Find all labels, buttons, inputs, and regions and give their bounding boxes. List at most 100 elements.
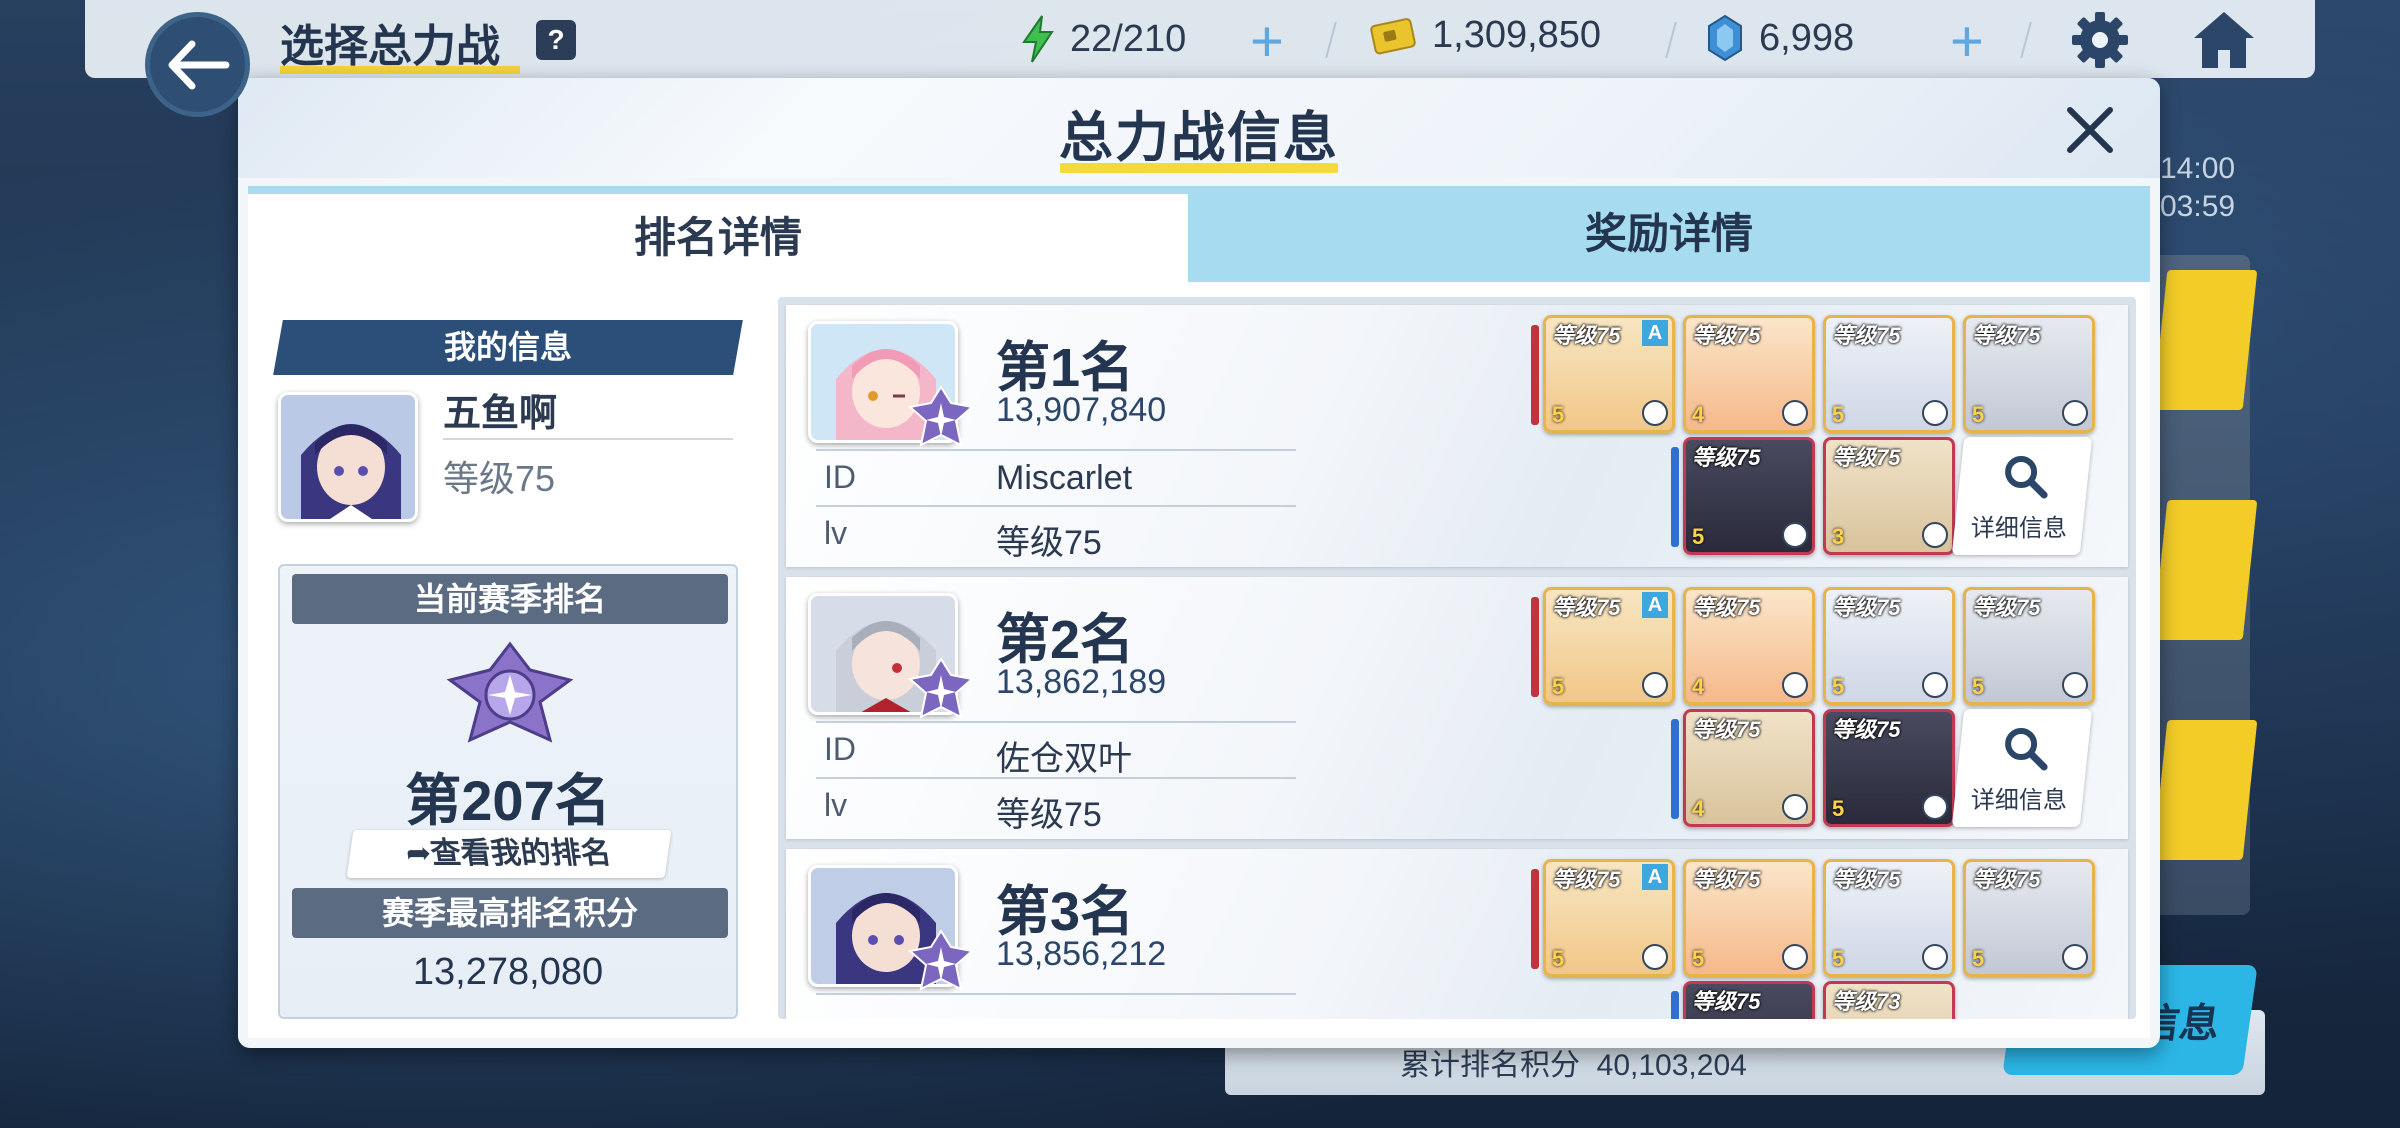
background-yellow-card <box>2152 500 2258 640</box>
ap-resource: 22/210 <box>1020 14 1186 64</box>
divider <box>443 438 733 440</box>
team-member: 等级75 4 <box>1683 587 1815 705</box>
team-member: 等级75 5 <box>1823 709 1955 827</box>
tab-reward-details[interactable]: 奖励详情 <box>1188 186 2150 282</box>
role-icon <box>1642 400 1668 426</box>
magnifier-icon <box>2005 456 2048 499</box>
special-accent <box>1671 719 1679 819</box>
dialog-title: 总力战信息 <box>1059 108 1339 168</box>
season-rank-box: 当前赛季排名 第207名 ➦查看我的排名 赛季最高排名积分 13,278,080 <box>278 564 738 1019</box>
team-member: 等级75 A 5 <box>1543 315 1675 433</box>
my-avatar <box>278 392 418 522</box>
team-member: 等级73 <box>1823 981 1955 1019</box>
background-yellow-card <box>2152 720 2258 860</box>
team-member: 等级75 5 <box>1963 587 2095 705</box>
striker-accent <box>1531 869 1539 969</box>
team-member: 等级75 5 <box>1963 859 2095 977</box>
season-rank-value: 第207名 <box>405 769 611 832</box>
role-icon <box>1922 400 1948 426</box>
ranking-entry[interactable]: 第3名 13,856,212 等级75 A 5 等级75 5 等级75 5 等级75 5 <box>786 849 2128 1019</box>
special-accent <box>1671 447 1679 547</box>
credits-resource: 1,309,850 <box>1370 14 1601 57</box>
player-id: 佐仓双叶 <box>996 740 1132 778</box>
ranking-entry[interactable]: 第2名 13,862,189 ID 佐仓双叶 lv 等级75 等级75 A 5 等级… <box>786 577 2128 839</box>
divider <box>816 721 1296 723</box>
role-icon <box>1922 794 1948 820</box>
id-label: ID <box>824 731 856 767</box>
raid-info-dialog: 总力战信息 奖励详情 排名详情 我的信息 五鱼啊 等级75 当前赛季排名 第20… <box>238 78 2160 1048</box>
team-member: 等级75 5 <box>1823 859 1955 977</box>
rank-emblem-icon <box>446 641 574 743</box>
role-icon <box>2062 672 2088 698</box>
gems-resource: 6,998 <box>1705 14 1854 62</box>
ranking-panel: 我的信息 五鱼啊 等级75 当前赛季排名 第207名 ➦查看我的排名 赛季最高排… <box>248 282 2150 1038</box>
role-icon <box>1782 672 1808 698</box>
player-level: 等级75 <box>996 524 1102 562</box>
detail-info-button[interactable]: 详细信息 <box>1951 709 2093 827</box>
team-member: 等级75 5 <box>1963 315 2095 433</box>
ap-add-button[interactable]: + <box>1250 8 1284 75</box>
role-icon <box>2062 944 2088 970</box>
lightning-icon <box>1022 15 1054 63</box>
back-button[interactable] <box>145 12 250 117</box>
player-level: 等级75 <box>996 796 1102 834</box>
best-score-label: 赛季最高排名积分 <box>292 888 728 938</box>
settings-button[interactable] <box>2068 8 2132 77</box>
team-member: 等级75 A 5 <box>1543 587 1675 705</box>
rank-score: 13,907,840 <box>996 391 1167 429</box>
rank-score: 13,862,189 <box>996 663 1167 701</box>
player-id: Miscarlet <box>996 459 1133 497</box>
team-member: 等级75 5 <box>1683 859 1815 977</box>
role-icon <box>1922 672 1948 698</box>
background-timer: 14:00 03:59 <box>2160 152 2236 223</box>
divider <box>816 777 1296 779</box>
striker-accent <box>1531 597 1539 697</box>
detail-info-button[interactable]: 详细信息 <box>1951 437 2093 555</box>
home-icon <box>2194 12 2254 68</box>
tab-ranking-details[interactable]: 排名详情 <box>248 194 1188 282</box>
background-yellow-card <box>2152 270 2258 410</box>
id-label: ID <box>824 459 856 495</box>
magnifier-icon <box>2005 728 2048 771</box>
team-member: 等级75 4 <box>1683 315 1815 433</box>
close-button[interactable] <box>2060 100 2120 160</box>
back-arrow-icon <box>168 40 229 89</box>
team-member: 等级75 5 <box>1823 587 1955 705</box>
divider <box>816 449 1296 451</box>
rank-score: 13,856,212 <box>996 935 1167 973</box>
ranking-entry[interactable]: 第1名 13,907,840 ID Miscarlet lv 等级75 等级75… <box>786 305 2128 567</box>
close-icon <box>2067 107 2113 153</box>
role-icon <box>1642 944 1668 970</box>
role-icon <box>1922 522 1948 548</box>
divider <box>816 505 1296 507</box>
rank-emblem-icon <box>907 657 975 719</box>
gear-icon <box>2072 12 2128 68</box>
role-icon <box>1782 794 1808 820</box>
team-member: 等级75 5 <box>1683 437 1815 555</box>
lv-label: lv <box>824 515 848 551</box>
view-my-rank-button[interactable]: ➦查看我的排名 <box>346 830 672 878</box>
dialog-tabs: 奖励详情 排名详情 <box>248 186 2150 282</box>
lv-label: lv <box>824 787 848 823</box>
rank-emblem-icon <box>907 929 975 991</box>
role-icon <box>1642 672 1668 698</box>
gem-icon <box>1708 14 1742 62</box>
team-member: 等级75 4 <box>1683 709 1815 827</box>
special-accent <box>1671 991 1679 1019</box>
team-member: 等级75 3 <box>1823 437 1955 555</box>
role-icon <box>1922 944 1948 970</box>
my-info-header: 我的信息 <box>273 320 743 375</box>
divider <box>816 993 1296 995</box>
team-member: 等级75 <box>1683 981 1815 1019</box>
help-button[interactable]: ? <box>536 20 576 60</box>
team-member: 等级75 A 5 <box>1543 859 1675 977</box>
role-icon <box>1782 522 1808 548</box>
striker-accent <box>1531 325 1539 425</box>
student-portrait <box>281 395 415 519</box>
credit-card-icon <box>1370 17 1416 54</box>
gems-add-button[interactable]: + <box>1950 8 1984 75</box>
ranking-list[interactable]: 第1名 13,907,840 ID Miscarlet lv 等级75 等级75… <box>778 297 2136 1019</box>
season-rank-label: 当前赛季排名 <box>292 574 728 624</box>
home-button[interactable] <box>2190 8 2258 77</box>
best-score-value: 13,278,080 <box>412 951 604 993</box>
